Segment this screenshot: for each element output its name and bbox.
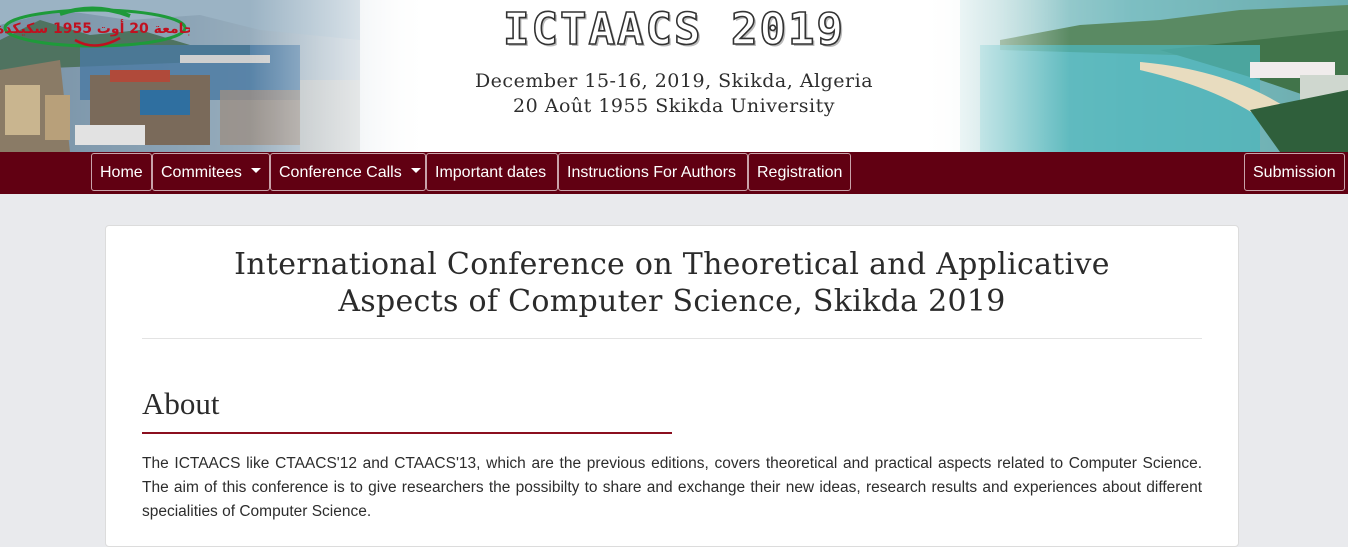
page-title: International Conference on Theoretical … xyxy=(142,246,1202,320)
nav-conference-calls-dropdown[interactable]: Conference Calls xyxy=(270,153,426,191)
main-navbar: Home Commitees Conference Calls Importan… xyxy=(0,152,1348,194)
logo-text: جامعة 20 أوت 1955 سكيكدة xyxy=(0,19,190,37)
nav-submission[interactable]: Submission xyxy=(1244,153,1345,191)
title-divider xyxy=(142,338,1202,339)
content-card: International Conference on Theoretical … xyxy=(105,225,1239,547)
banner-dates: December 15-16, 2019, Skikda, Algeria xyxy=(474,70,874,92)
caret-down-icon xyxy=(410,168,421,174)
nav-commitees-dropdown[interactable]: Commitees xyxy=(152,153,270,191)
nav-conference-calls-label: Conference Calls xyxy=(279,164,402,181)
page-title-line2: Aspects of Computer Science, Skikda 2019 xyxy=(338,284,1006,319)
nav-home-label: Home xyxy=(100,164,143,181)
nav-important-dates[interactable]: Important dates xyxy=(426,153,558,191)
nav-submission-label: Submission xyxy=(1253,164,1336,181)
header-banner: ICTAACS 2019 December 15-16, 2019, Skikd… xyxy=(0,0,1348,152)
banner-university: 20 Août 1955 Skikda University xyxy=(513,95,835,117)
nav-instructions-label: Instructions For Authors xyxy=(567,164,736,181)
about-heading-underline xyxy=(142,432,672,434)
page-title-line1: International Conference on Theoretical … xyxy=(234,247,1110,282)
nav-registration-label: Registration xyxy=(757,164,843,181)
nav-registration[interactable]: Registration xyxy=(748,153,851,191)
about-paragraph: The ICTAACS like CTAACS'12 and CTAACS'13… xyxy=(142,455,1202,520)
caret-down-icon xyxy=(250,168,261,174)
university-logo: جامعة 20 أوت 1955 سكيكدة xyxy=(0,6,190,48)
about-heading: About xyxy=(142,386,220,421)
nav-important-dates-label: Important dates xyxy=(435,164,547,181)
nav-commitees-label: Commitees xyxy=(161,164,242,181)
nav-home[interactable]: Home xyxy=(91,153,152,191)
nav-instructions-for-authors[interactable]: Instructions For Authors xyxy=(558,153,748,191)
banner-title: ICTAACS 2019 xyxy=(502,3,845,56)
